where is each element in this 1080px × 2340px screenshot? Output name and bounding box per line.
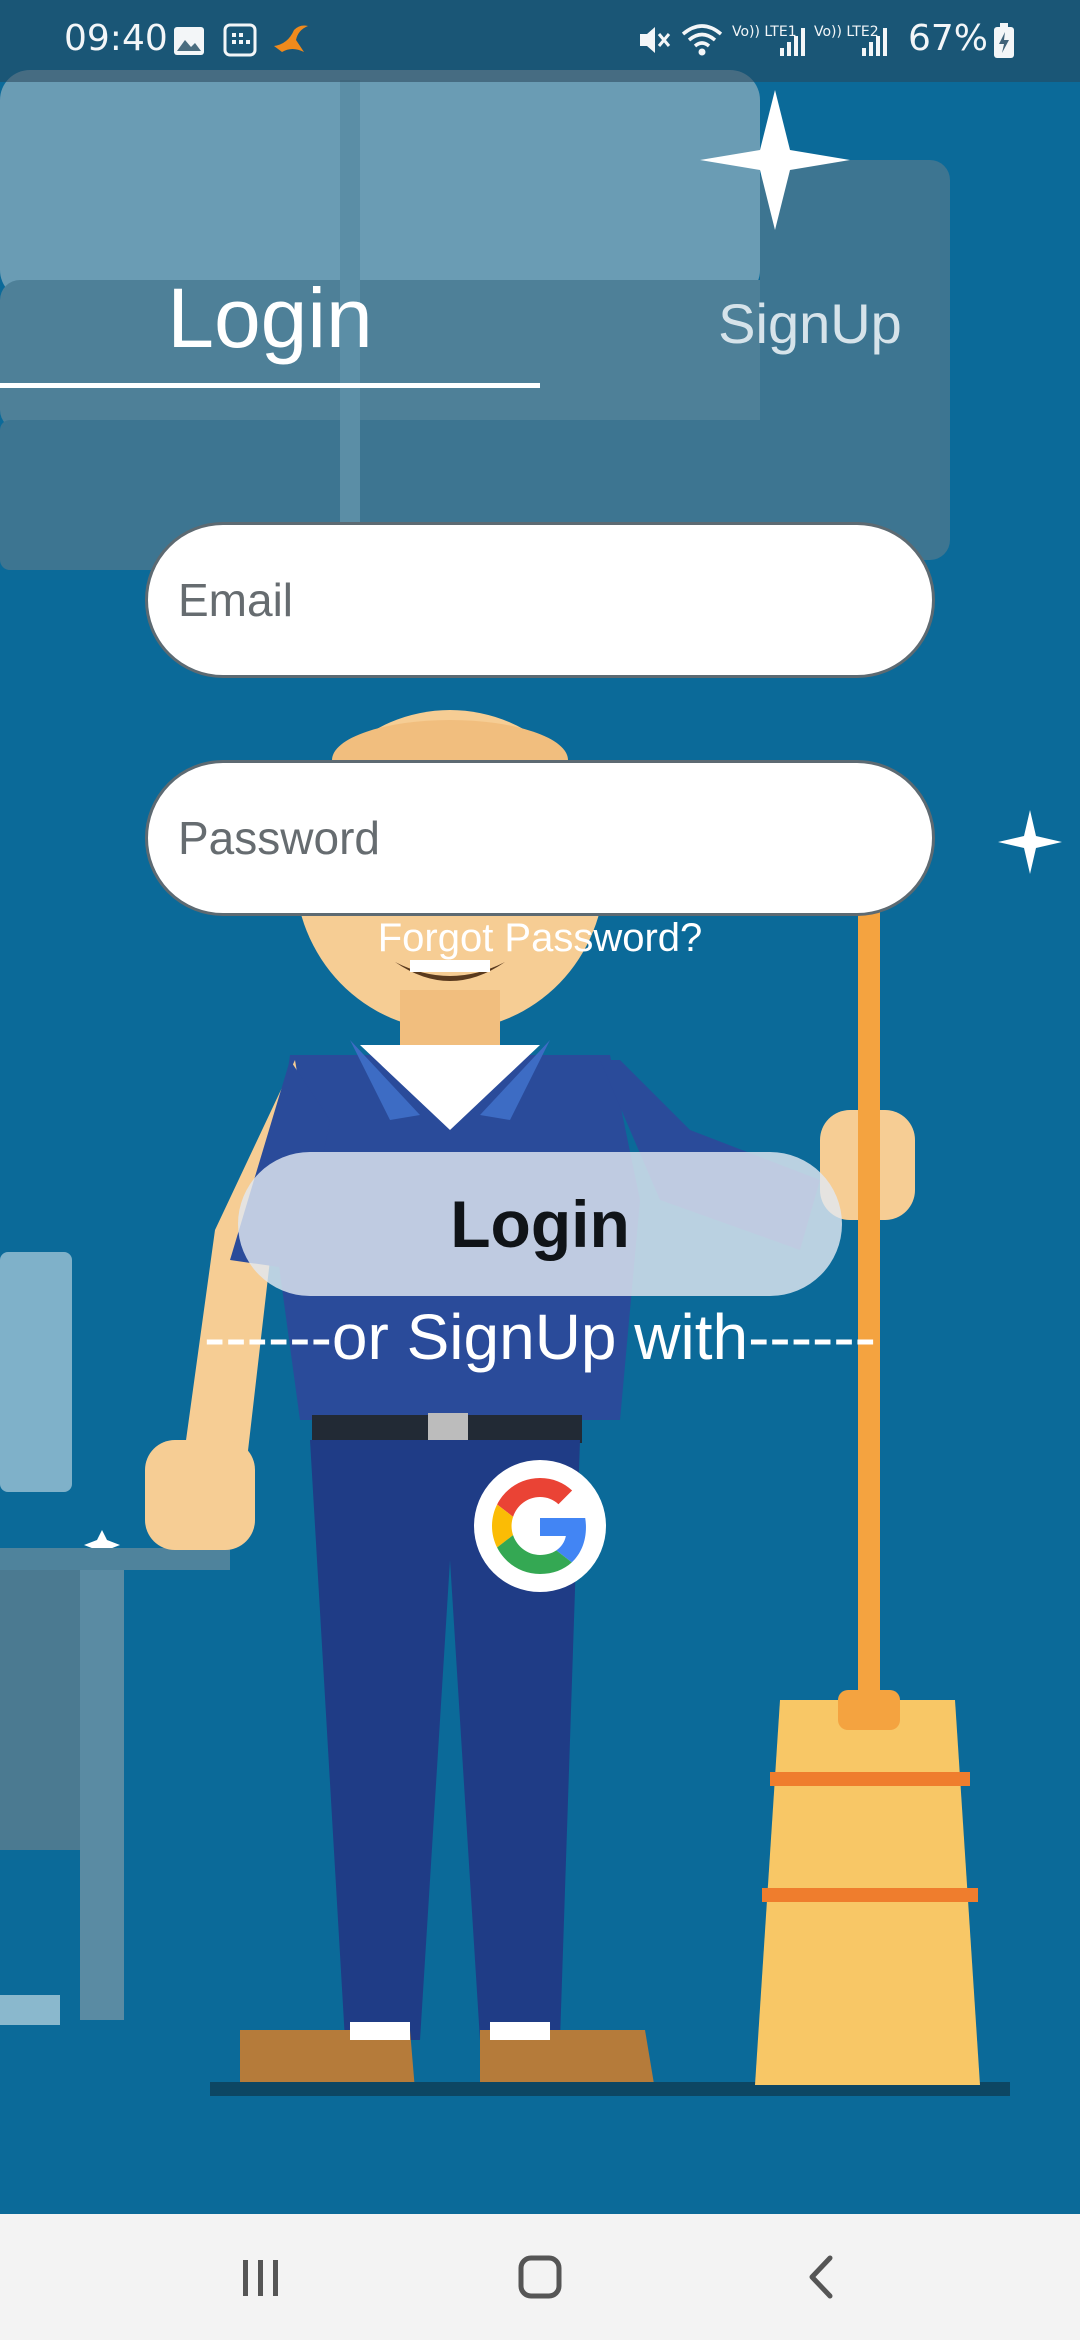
tab-signup-label: SignUp xyxy=(718,291,902,355)
active-tab-indicator xyxy=(0,383,540,388)
back-button[interactable] xyxy=(760,2234,880,2320)
lte2-label: Vo)) LTE2 xyxy=(814,24,879,40)
email-field[interactable] xyxy=(145,522,935,678)
calendar-icon xyxy=(223,23,257,57)
google-g-icon xyxy=(492,1478,586,1574)
login-button[interactable]: Login xyxy=(238,1152,842,1296)
back-icon xyxy=(809,2255,833,2299)
lte2-signal-icon: Vo)) LTE2 xyxy=(814,24,887,56)
home-button[interactable] xyxy=(480,2234,600,2320)
recent-apps-button[interactable] xyxy=(200,2234,320,2320)
mute-icon xyxy=(640,27,671,53)
system-navigation-bar xyxy=(0,2214,1080,2340)
tab-login[interactable]: Login xyxy=(0,270,540,365)
wifi-icon xyxy=(681,24,723,56)
battery-percent: 67% xyxy=(908,18,989,59)
password-field[interactable] xyxy=(145,760,935,916)
google-signin-button[interactable] xyxy=(474,1460,606,1592)
lte1-signal-icon: Vo)) LTE1 xyxy=(732,24,805,56)
lte1-label: Vo)) LTE1 xyxy=(732,24,797,40)
forgot-password-link[interactable]: Forgot Password? xyxy=(340,916,740,961)
recent-apps-icon xyxy=(243,2260,278,2296)
app-notification-icon xyxy=(274,25,308,52)
tab-signup[interactable]: SignUp xyxy=(710,288,910,358)
login-button-label: Login xyxy=(450,1187,630,1261)
tab-login-label: Login xyxy=(167,271,373,365)
gallery-icon xyxy=(174,27,204,55)
battery-charging-icon xyxy=(994,23,1014,58)
status-bar: 09:40 Vo)) LTE1 Vo)) LTE2 67% xyxy=(0,0,1080,82)
login-screen: 09:40 Vo)) LTE1 Vo)) LTE2 67% Login Sign… xyxy=(0,0,1080,2340)
or-signup-with-divider: ------or SignUp with------ xyxy=(204,1301,876,1373)
home-icon xyxy=(518,2255,562,2299)
status-time: 09:40 xyxy=(64,18,168,59)
